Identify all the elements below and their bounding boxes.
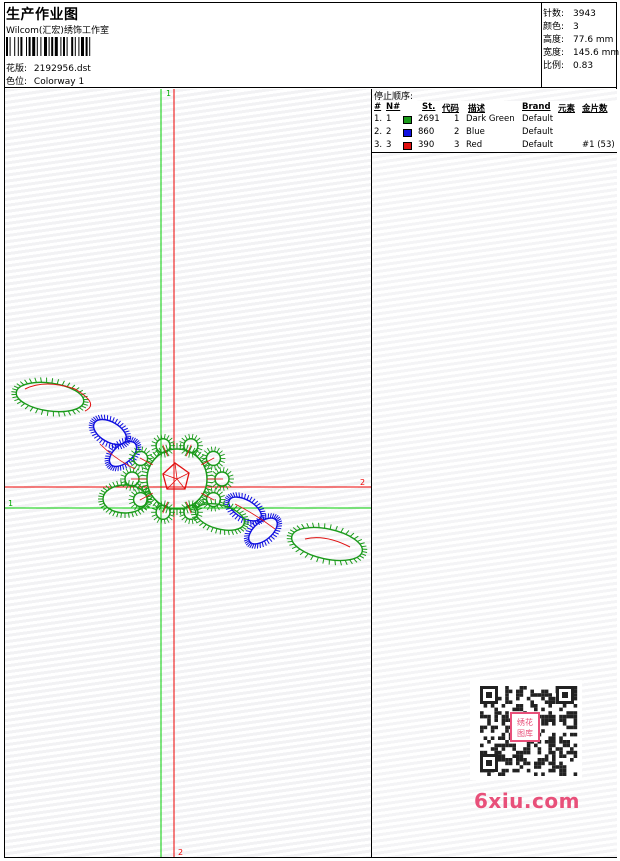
guide-label-h2: 2 — [360, 478, 365, 487]
col-code: 代码 — [442, 104, 460, 114]
color-code: 1 — [454, 114, 460, 124]
color-swatch — [403, 129, 412, 137]
guide-label-v1: 1 — [166, 89, 171, 98]
table-row[interactable]: 3. 3 390 3 Red Default #1 (53) — [372, 140, 617, 152]
design-preview[interactable]: 1 2 1 2 — [5, 89, 372, 857]
needle-number: 1 — [386, 114, 392, 124]
qr-stamp-text-2: 图库 — [517, 728, 533, 738]
thread-brand: Default — [522, 114, 554, 124]
color-description: Dark Green — [466, 114, 515, 124]
design-file: 2192956.dst — [33, 64, 91, 74]
col-stitches: St. — [422, 102, 436, 112]
stop-number: 1. — [374, 114, 383, 124]
color-code: 2 — [454, 127, 460, 137]
sequin-count: #1 (53) — [582, 140, 615, 150]
table-row[interactable]: 2. 2 860 2 Blue Default — [372, 127, 617, 139]
stat-width: 宽度: 145.6 mm — [543, 48, 620, 58]
col-desc: 描述 — [468, 104, 486, 114]
thread-brand: Default — [522, 140, 554, 150]
stop-sequence-table: # N# St. 代码 描述 Brand 元素 金片数 1. 1 2691 1 Dark… — [372, 101, 617, 153]
page-title: 生产作业图 — [6, 7, 79, 23]
stitch-count: 2691 — [418, 114, 440, 124]
needle-number: 3 — [386, 140, 392, 150]
col-num: # — [374, 102, 382, 112]
needle-number: 2 — [386, 127, 392, 137]
colorway-value: Colorway 1 — [33, 77, 85, 87]
site-watermark: 6xiu.com — [474, 789, 580, 813]
table-header: # N# St. 代码 描述 Brand 元素 金片数 — [372, 102, 617, 114]
embroidery-design[interactable] — [11, 377, 368, 566]
stat-stitches: 针数: 3943 — [543, 9, 596, 19]
color-description: Red — [466, 140, 483, 150]
stat-height: 高度: 77.6 mm — [543, 35, 614, 45]
design-label: 花版: — [6, 64, 28, 74]
design-file-line: 花版: 2192956.dst — [6, 61, 91, 74]
colorway-label: 色位: — [6, 77, 28, 87]
color-swatch — [403, 142, 412, 150]
stop-number: 2. — [374, 127, 383, 137]
col-brand: Brand — [522, 102, 551, 112]
qr-code: 绣花 图库 — [470, 680, 582, 780]
colorway-line: 色位: Colorway 1 — [6, 74, 84, 87]
embroidery-canvas: 1 2 1 2 — [5, 89, 371, 857]
stop-sequence-panel: 停止顺序: # N# St. 代码 描述 Brand 元素 金片数 1. 1 269… — [372, 89, 617, 857]
stat-colors: 颜色: 3 — [543, 22, 579, 32]
color-description: Blue — [466, 127, 485, 137]
stitch-count: 390 — [418, 140, 435, 150]
stat-scale: 比例: 0.83 — [543, 61, 594, 71]
company-name: Wilcom(汇宏)绣饰工作室 — [6, 26, 109, 36]
guide-label-h1: 1 — [8, 499, 13, 508]
color-code: 3 — [454, 140, 460, 150]
table-row[interactable]: 1. 1 2691 1 Dark Green Default — [372, 114, 617, 126]
barcode — [6, 37, 91, 56]
col-sequin: 金片数 — [582, 104, 608, 114]
guide-label-v2: 2 — [178, 848, 183, 857]
col-n: N# — [386, 102, 401, 112]
thread-brand: Default — [522, 127, 554, 137]
stitch-count: 860 — [418, 127, 435, 137]
color-swatch — [403, 116, 412, 124]
col-element: 元素 — [558, 104, 576, 114]
qr-stamp-text: 绣花 — [517, 717, 533, 727]
stop-number: 3. — [374, 140, 383, 150]
